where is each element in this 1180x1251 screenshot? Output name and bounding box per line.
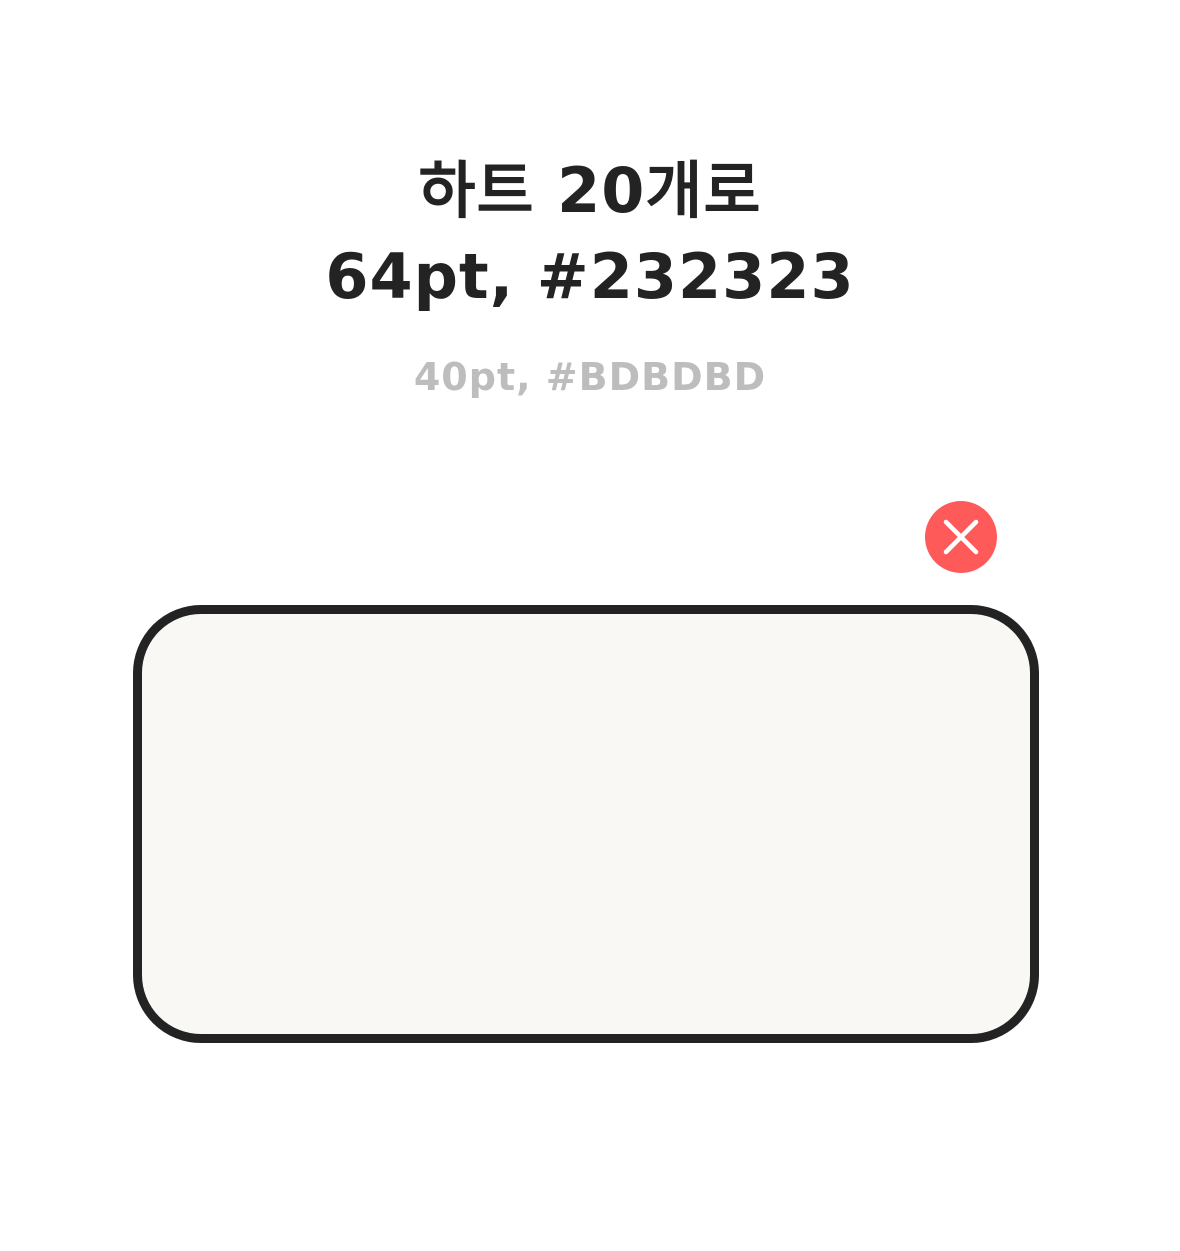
dialog-subtitle: 40pt, #BDBDBD [413,355,767,399]
close-icon [943,519,979,555]
dialog-title: 하트 20개로 64pt, #232323 [0,148,1180,320]
close-button[interactable] [925,501,997,573]
title-line-2: 64pt, #232323 [325,240,855,313]
text-input-box[interactable] [133,605,1039,1043]
title-line-1: 하트 20개로 [418,154,762,227]
